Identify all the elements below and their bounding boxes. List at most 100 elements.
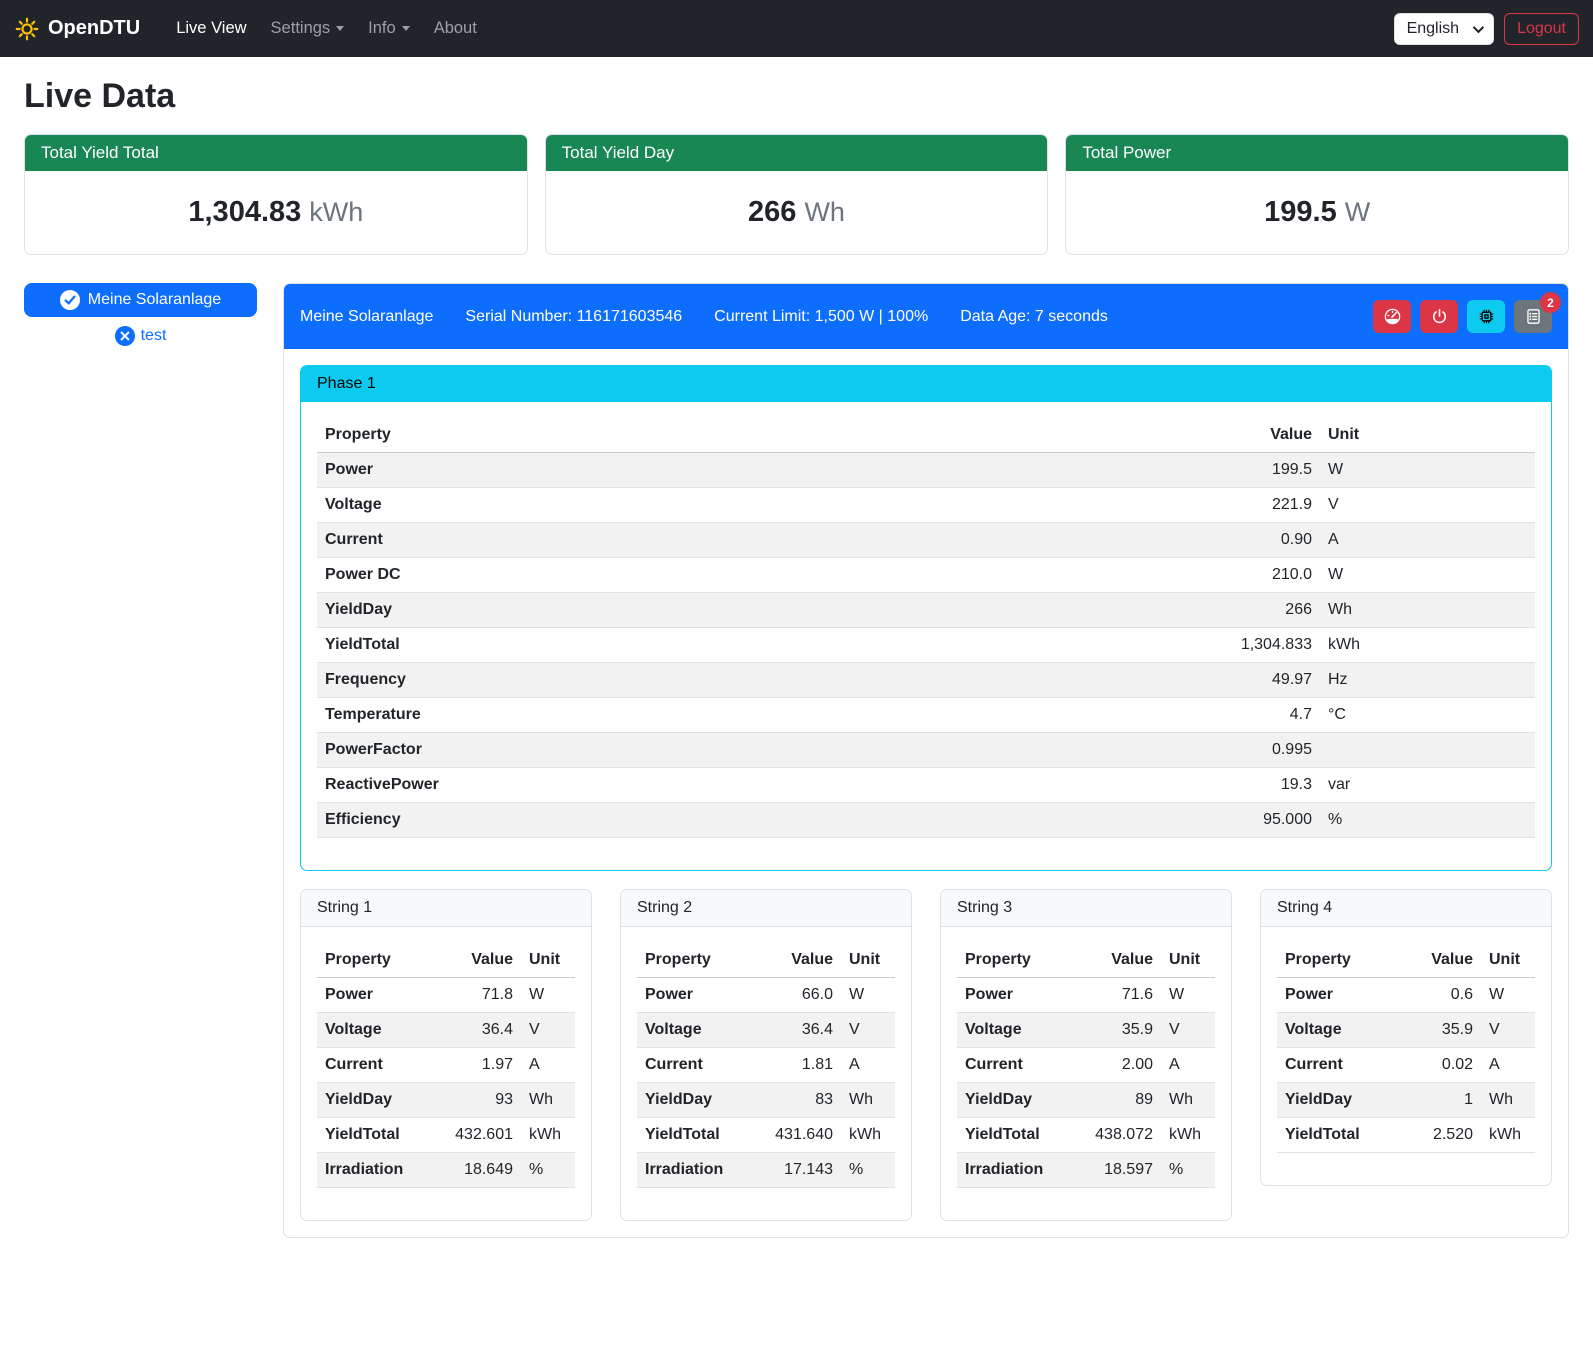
column-property: Property: [317, 943, 435, 978]
unit-cell: W: [1320, 558, 1535, 593]
property-cell: Voltage: [957, 1013, 1075, 1048]
value-cell: 18.649: [435, 1153, 521, 1188]
unit-cell: A: [521, 1048, 575, 1083]
table-row: ReactivePower19.3var: [317, 768, 1535, 803]
string-card-title: String 2: [621, 890, 911, 927]
value-cell: 89: [1075, 1083, 1161, 1118]
language-select[interactable]: English: [1394, 13, 1494, 45]
table-header-row: Property Value Unit: [957, 943, 1215, 978]
summary-card-body: 1,304.83kWh: [25, 171, 527, 254]
table-row: Power66.0W: [637, 978, 895, 1013]
unit-cell: W: [1481, 978, 1535, 1013]
inverter-card-header: Meine Solaranlage Serial Number: 1161716…: [284, 284, 1568, 349]
value-cell: 0.90: [1190, 523, 1320, 558]
nav-item-info[interactable]: Info: [360, 11, 418, 46]
unit-cell: °C: [1320, 698, 1535, 733]
value-cell: 35.9: [1395, 1013, 1481, 1048]
string-card-4: String 4 Property Value Unit: [1260, 889, 1552, 1186]
table-row: YieldTotal432.601kWh: [317, 1118, 575, 1153]
property-cell: YieldTotal: [317, 1118, 435, 1153]
value-cell: 19.3: [1190, 768, 1320, 803]
table-row: Voltage35.9V: [957, 1013, 1215, 1048]
column-unit: Unit: [1320, 418, 1535, 453]
chevron-down-icon: [336, 26, 344, 31]
value-cell: 66.0: [755, 978, 841, 1013]
table-row: YieldDay93Wh: [317, 1083, 575, 1118]
summary-unit: Wh: [804, 197, 845, 227]
unit-cell: Wh: [841, 1083, 895, 1118]
value-cell: 83: [755, 1083, 841, 1118]
unit-cell: %: [1161, 1153, 1215, 1188]
property-cell: Current: [317, 523, 1190, 558]
column-unit: Unit: [521, 943, 575, 978]
property-cell: PowerFactor: [317, 733, 1190, 768]
unit-cell: W: [1320, 453, 1535, 488]
column-value: Value: [1075, 943, 1161, 978]
check-circle-icon: [60, 290, 80, 310]
column-unit: Unit: [841, 943, 895, 978]
table-row: Power0.6W: [1277, 978, 1535, 1013]
phase-card-body: Property Value Unit Power199.5WVoltage22…: [301, 402, 1551, 870]
nav-item-settings[interactable]: Settings: [263, 11, 353, 46]
journal-events-icon: [1524, 307, 1543, 326]
unit-cell: Wh: [1161, 1083, 1215, 1118]
inverter-sidebar: Meine Solaranlage test: [24, 283, 257, 346]
value-cell: 438.072: [1075, 1118, 1161, 1153]
inverter-item-test[interactable]: test: [24, 326, 257, 346]
string-card-body: Property Value Unit Power66.0WVoltage36.…: [621, 927, 911, 1220]
column-value: Value: [755, 943, 841, 978]
logout-button[interactable]: Logout: [1504, 13, 1579, 45]
value-cell: 266: [1190, 593, 1320, 628]
unit-cell: A: [841, 1048, 895, 1083]
power-toggle-button[interactable]: [1420, 300, 1458, 333]
string-card-3: String 3 Property Value Unit: [940, 889, 1232, 1221]
unit-cell: A: [1481, 1048, 1535, 1083]
property-cell: YieldDay: [317, 1083, 435, 1118]
summary-unit: W: [1345, 197, 1370, 227]
device-info-button[interactable]: [1467, 300, 1505, 333]
language-select-value: English: [1407, 20, 1459, 38]
inverter-serial: Serial Number: 116171603546: [465, 308, 682, 326]
table-row: Power DC210.0W: [317, 558, 1535, 593]
column-unit: Unit: [1161, 943, 1215, 978]
inverter-section: Meine Solaranlage test Meine Solaranlage…: [24, 283, 1569, 1250]
property-cell: Current: [1277, 1048, 1395, 1083]
unit-cell: Hz: [1320, 663, 1535, 698]
value-cell: 1: [1395, 1083, 1481, 1118]
unit-cell: Wh: [521, 1083, 575, 1118]
table-header-row: Property Value Unit: [637, 943, 895, 978]
event-log-button[interactable]: 2: [1514, 300, 1552, 333]
property-cell: Power DC: [317, 558, 1190, 593]
string-card-body: Property Value Unit Power71.8WVoltage36.…: [301, 927, 591, 1220]
nav-item-live-view[interactable]: Live View: [168, 11, 254, 46]
nav-item-about[interactable]: About: [426, 11, 485, 46]
property-cell: Temperature: [317, 698, 1190, 733]
summary-value: 1,304.83: [188, 196, 301, 228]
property-cell: Voltage: [317, 1013, 435, 1048]
limit-settings-button[interactable]: [1373, 300, 1411, 333]
table-row: YieldTotal431.640kWh: [637, 1118, 895, 1153]
inverter-select-button[interactable]: Meine Solaranlage: [24, 283, 257, 317]
column-unit: Unit: [1481, 943, 1535, 978]
inverter-actions: 2: [1373, 300, 1552, 333]
property-cell: Voltage: [1277, 1013, 1395, 1048]
brand[interactable]: OpenDTU: [14, 16, 140, 42]
column-property: Property: [637, 943, 755, 978]
unit-cell: kWh: [1161, 1118, 1215, 1153]
inverter-card-body: Phase 1 Property Value Unit Power199.5WV…: [284, 349, 1568, 1237]
event-count-badge: 2: [1540, 292, 1561, 313]
chevron-down-icon: [1473, 21, 1484, 32]
table-row: Frequency49.97Hz: [317, 663, 1535, 698]
table-row: Power199.5W: [317, 453, 1535, 488]
value-cell: 71.6: [1075, 978, 1161, 1013]
power-icon: [1430, 307, 1449, 326]
unit-cell: W: [521, 978, 575, 1013]
table-row: Voltage36.4V: [317, 1013, 575, 1048]
table-row: YieldDay83Wh: [637, 1083, 895, 1118]
unit-cell: A: [1320, 523, 1535, 558]
value-cell: 0.02: [1395, 1048, 1481, 1083]
column-property: Property: [317, 418, 1190, 453]
phase-table: Property Value Unit Power199.5WVoltage22…: [317, 418, 1535, 838]
property-cell: ReactivePower: [317, 768, 1190, 803]
unit-cell: kWh: [521, 1118, 575, 1153]
